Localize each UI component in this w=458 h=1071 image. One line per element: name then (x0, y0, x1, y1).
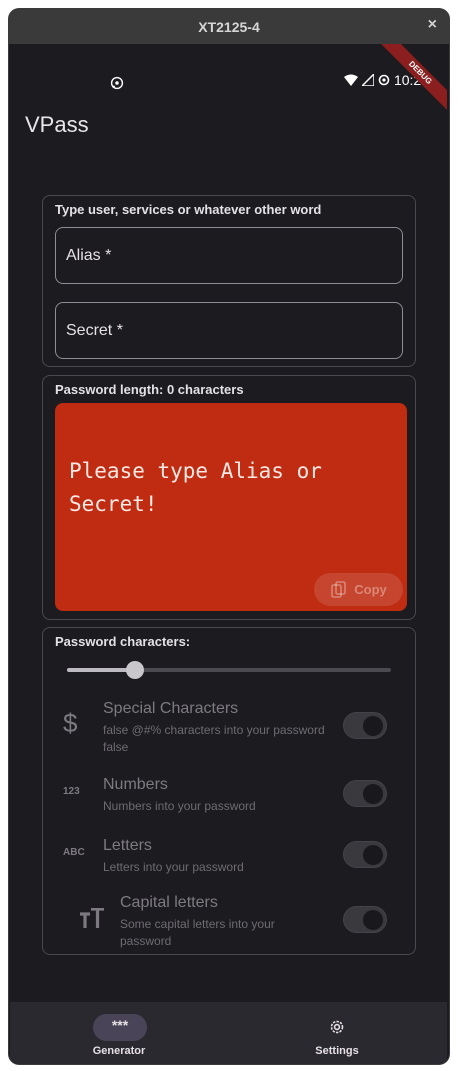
capital-letters-toggle[interactable] (343, 906, 387, 933)
abc-icon: ABC (63, 847, 85, 858)
password-dots-icon: *** (111, 1017, 129, 1033)
nav-label-generator: Generator (92, 1045, 146, 1057)
emulator-window: XT2125-4 × 10:29 DEBUG VPass Type user, … (9, 9, 449, 1064)
whatsapp-icon (110, 76, 124, 90)
bottom-navigation: *** Generator Settings (10, 1002, 447, 1064)
copy-button[interactable]: Copy (314, 573, 403, 606)
credentials-card-label: Type user, services or whatever other wo… (55, 202, 322, 217)
gear-icon (330, 1020, 344, 1034)
secret-field-label: Secret * (66, 321, 123, 339)
option-description: false @#% characters into your password … (103, 723, 325, 754)
copy-button-label: Copy (354, 582, 387, 597)
app-title: VPass (25, 112, 89, 137)
alias-field[interactable]: Alias * (55, 227, 403, 284)
signal-icon (361, 74, 374, 86)
option-numbers[interactable]: 123 Numbers Numbers into your password (55, 774, 405, 822)
option-special-characters[interactable]: $ Special Characters false @#% character… (55, 698, 405, 760)
password-output: Please type Alias or Secret! Copy (55, 403, 407, 611)
dollar-icon: $ (63, 708, 78, 738)
phone-screen: 10:29 DEBUG VPass Type user, services or… (10, 44, 447, 1064)
window-title: XT2125-4 (198, 18, 260, 35)
option-title: Capital letters (120, 894, 218, 911)
slider-thumb[interactable] (126, 661, 145, 679)
close-icon[interactable]: × (428, 16, 437, 34)
numbers-toggle[interactable] (343, 780, 387, 807)
status-bar: 10:29 DEBUG (10, 44, 447, 117)
window-title-bar: XT2125-4 × (9, 9, 449, 44)
option-letters[interactable]: ABC Letters Letters into your password (55, 835, 405, 883)
option-capital-letters[interactable]: Capital letters Some capital letters int… (55, 894, 405, 952)
toggle-knob (363, 845, 383, 865)
credentials-card: Type user, services or whatever other wo… (42, 195, 416, 367)
toggle-knob (363, 910, 383, 930)
capital-letters-icon (80, 908, 104, 928)
toggle-knob (363, 716, 383, 736)
option-description: Numbers into your password (103, 799, 256, 813)
special-characters-toggle[interactable] (343, 712, 387, 739)
toggle-knob (363, 784, 383, 804)
password-message: Please type Alias or Secret! (69, 459, 322, 516)
wifi-icon (343, 74, 358, 86)
characters-card: Password characters: $ Special Character… (42, 627, 416, 955)
option-title: Numbers (103, 776, 168, 793)
nav-active-indicator: *** (93, 1014, 147, 1041)
characters-card-label: Password characters: (55, 634, 191, 649)
nav-item-generator[interactable]: *** Generator (10, 1002, 228, 1064)
copy-icon (331, 580, 347, 598)
password-card: Password length: 0 characters Please typ… (42, 375, 416, 620)
length-slider[interactable] (67, 661, 391, 679)
slider-fill (67, 668, 136, 672)
option-description: Letters into your password (103, 860, 244, 874)
option-title: Special Characters (103, 700, 239, 717)
alias-field-label: Alias * (66, 246, 112, 264)
password-length-label: Password length: 0 characters (55, 382, 244, 397)
data-saver-icon (378, 74, 390, 86)
letters-toggle[interactable] (343, 841, 387, 868)
nav-item-settings[interactable]: Settings (228, 1002, 446, 1064)
option-title: Letters (103, 837, 152, 854)
secret-field[interactable]: Secret * (55, 302, 403, 359)
option-description: Some capital letters into your password (120, 917, 275, 948)
numbers-123-icon: 123 (63, 786, 80, 797)
nav-label-settings: Settings (315, 1045, 359, 1057)
